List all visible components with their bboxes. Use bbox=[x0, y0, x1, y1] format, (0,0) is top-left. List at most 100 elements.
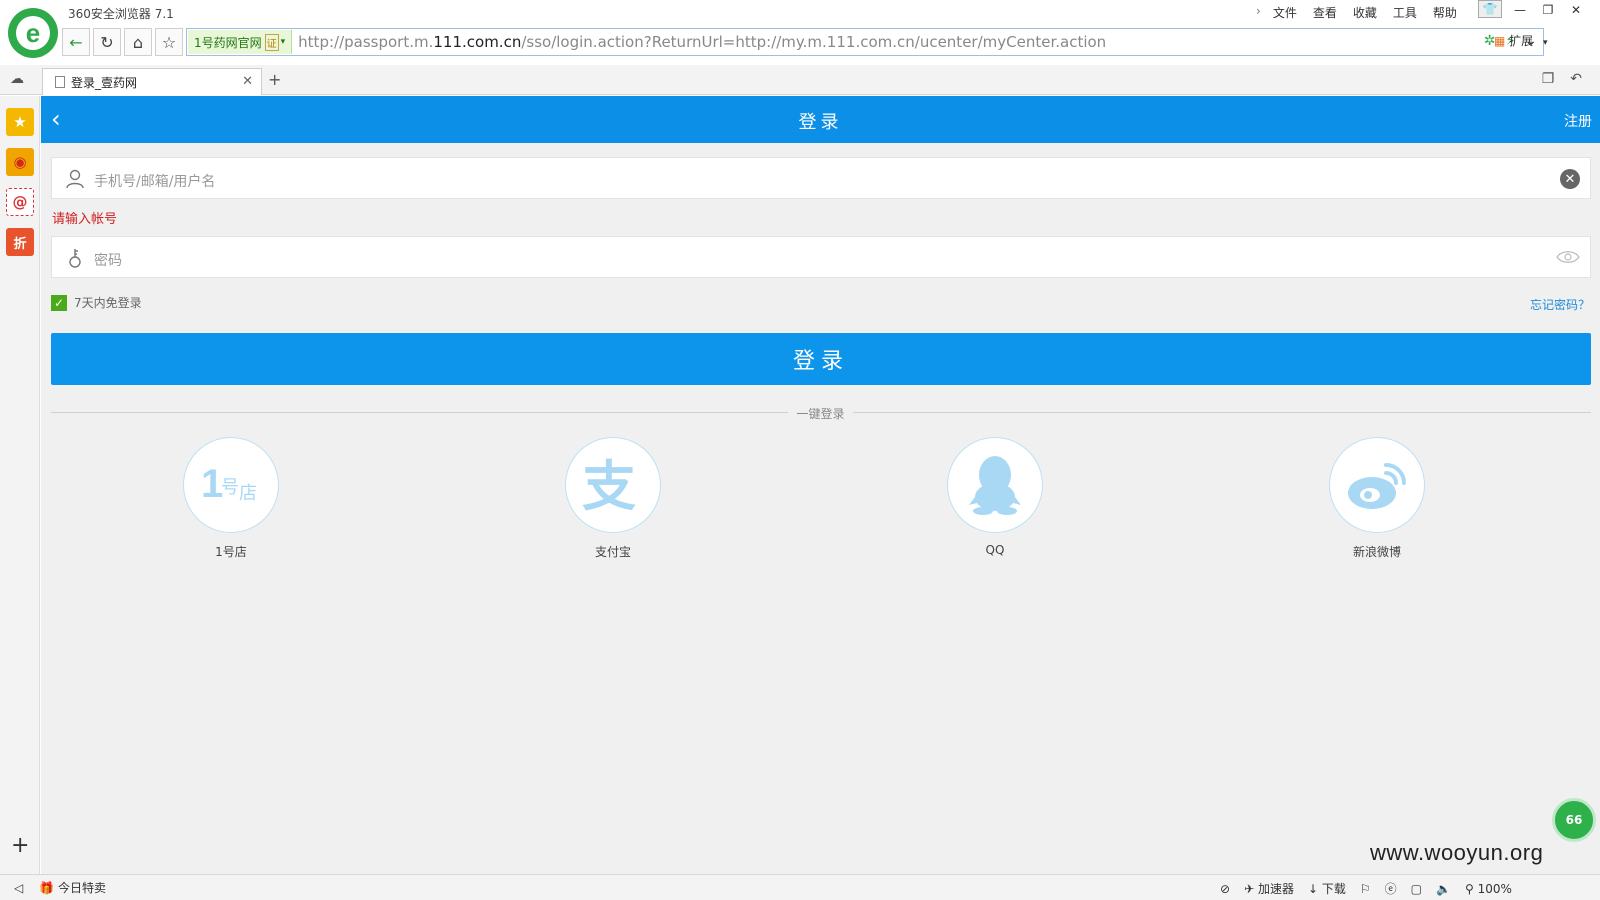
url-suffix: /sso/login.action?ReturnUrl=http://my.m.… bbox=[521, 33, 1107, 51]
remember-label: 7天内免登录 bbox=[74, 296, 142, 310]
badge-dropdown-icon: ▾ bbox=[280, 37, 286, 47]
skin-icon[interactable]: 👕 bbox=[1478, 0, 1502, 18]
page-header: ‹ 登录 注册 bbox=[41, 96, 1600, 143]
title-bar: 360安全浏览器 7.1 › 文件 查看 收藏 工具 帮助 👕 — ❐ ✕ bbox=[0, 0, 1600, 24]
ie-mode-icon[interactable]: ⓔ bbox=[1385, 880, 1397, 897]
weibo-sidebar-icon[interactable]: ◉ bbox=[6, 148, 34, 176]
new-tab-button[interactable]: + bbox=[268, 70, 281, 89]
username-error: 请输入帐号 bbox=[52, 212, 118, 227]
accelerator-button[interactable]: ✈ 加速器 bbox=[1244, 880, 1294, 897]
page-content: ‹ 登录 注册 手机号/邮箱/用户名 ✕ 请输入帐号 密码 ✓ 7天内免登录 忘… bbox=[41, 96, 1600, 874]
ext-dropdown-icon: ▾ bbox=[1543, 38, 1548, 48]
menu-tools[interactable]: 工具 bbox=[1385, 4, 1425, 21]
close-window-button[interactable]: ✕ bbox=[1562, 0, 1590, 20]
undo-close-icon[interactable]: ↶ bbox=[1570, 71, 1582, 87]
site-badge-label: 1号药网官网 bbox=[194, 35, 262, 50]
svg-text:1: 1 bbox=[201, 462, 223, 506]
weibo-icon bbox=[1348, 463, 1406, 509]
social-label: QQ bbox=[985, 543, 1005, 557]
tab-title: 登录_壹药网 bbox=[71, 75, 138, 90]
accelerator-label: 加速器 bbox=[1257, 882, 1294, 896]
download-button[interactable]: ↓ 下载 bbox=[1308, 880, 1346, 897]
menu-view[interactable]: 查看 bbox=[1305, 4, 1345, 21]
menu-favorites[interactable]: 收藏 bbox=[1345, 4, 1385, 21]
status-left: ◁ 🎁 今日特卖 bbox=[14, 879, 106, 896]
zoom-control[interactable]: ⚲ 100% bbox=[1465, 882, 1512, 896]
password-placeholder: 密码 bbox=[94, 253, 122, 269]
login-button[interactable]: 登录 bbox=[51, 333, 1591, 385]
address-bar[interactable]: 1号药网官网 证 ▾ http://passport.m.111.com.cn/… bbox=[186, 28, 1544, 56]
one-click-login-label: 一键登录 bbox=[788, 407, 853, 421]
today-sale-button[interactable]: 🎁 今日特卖 bbox=[39, 879, 106, 896]
remember-me[interactable]: ✓ 7天内免登录 bbox=[51, 294, 142, 311]
yhd-button[interactable]: 1 号 店 bbox=[183, 437, 279, 533]
weibo-button[interactable] bbox=[1329, 437, 1425, 533]
username-placeholder: 手机号/邮箱/用户名 bbox=[94, 174, 216, 190]
alipay-button[interactable]: 支 bbox=[565, 437, 661, 533]
site-badge[interactable]: 1号药网官网 证 ▾ bbox=[188, 30, 293, 54]
tab-login[interactable]: 登录_壹药网 ✕ bbox=[42, 68, 262, 95]
qq-button[interactable] bbox=[947, 437, 1043, 533]
status-right: ⊘ ✈ 加速器 ↓ 下载 ⚐ ⓔ ▢ 🔈 ⚲ 100% bbox=[1220, 880, 1512, 897]
menu-chevron-icon[interactable]: › bbox=[1252, 4, 1265, 21]
watermark: www.wooyun.org bbox=[1370, 840, 1544, 865]
url-prefix: http://passport.m. bbox=[298, 33, 434, 51]
username-field[interactable]: 手机号/邮箱/用户名 ✕ bbox=[51, 157, 1591, 199]
address-row: ← ↻ ⌂ ☆ 1号药网官网 证 ▾ http://passport.m.111… bbox=[62, 28, 1600, 58]
refresh-icon: ↻ bbox=[100, 32, 114, 52]
favorites-star-icon[interactable]: ★ bbox=[6, 108, 34, 136]
rocket-icon: ✈ bbox=[1244, 882, 1255, 896]
url-text[interactable]: http://passport.m.111.com.cn/sso/login.a… bbox=[298, 33, 1106, 51]
security-icon[interactable]: ⊘ bbox=[1220, 882, 1230, 896]
social-label: 1号店 bbox=[215, 545, 247, 559]
cloud-icon[interactable]: ☁ bbox=[10, 71, 24, 87]
menu-help[interactable]: 帮助 bbox=[1425, 4, 1465, 21]
remember-checkbox[interactable]: ✓ bbox=[51, 294, 67, 311]
eye-icon[interactable] bbox=[1556, 250, 1580, 264]
menu-bar: › 文件 查看 收藏 工具 帮助 bbox=[1252, 4, 1465, 21]
password-field[interactable]: 密码 bbox=[51, 236, 1591, 278]
add-sidebar-button[interactable]: + bbox=[11, 833, 29, 858]
divider: 一键登录 bbox=[41, 405, 1600, 422]
window-controls: 👕 — ❐ ✕ bbox=[1478, 0, 1590, 20]
back-arrow-icon: ← bbox=[69, 32, 83, 52]
window-icon[interactable]: ▢ bbox=[1411, 882, 1422, 896]
browser-logo[interactable]: e bbox=[8, 8, 58, 58]
bookmark-button[interactable]: ☆ bbox=[155, 28, 183, 56]
minimize-button[interactable]: — bbox=[1506, 0, 1534, 20]
svg-text:店: 店 bbox=[239, 483, 257, 504]
download-icon: ↓ bbox=[1307, 882, 1319, 896]
page-title: 登录 bbox=[798, 112, 843, 133]
collapse-sidebar-icon[interactable]: ◁ bbox=[14, 881, 23, 895]
svg-text:号: 号 bbox=[221, 477, 239, 498]
flag-icon[interactable]: ⚐ bbox=[1360, 882, 1371, 896]
menu-file[interactable]: 文件 bbox=[1265, 4, 1305, 21]
tab-list-icon[interactable]: ❐ bbox=[1542, 71, 1555, 87]
mail-icon[interactable]: @ bbox=[6, 188, 34, 216]
social-login-weibo[interactable]: 新浪微博 bbox=[1329, 437, 1425, 560]
cert-icon: 证 bbox=[264, 33, 279, 51]
maximize-button[interactable]: ❐ bbox=[1534, 0, 1562, 20]
forgot-password-link[interactable]: 忘记密码？ bbox=[1530, 296, 1590, 313]
discount-icon[interactable]: 折 bbox=[6, 228, 34, 256]
zoom-icon: ⚲ bbox=[1464, 881, 1474, 896]
key-icon bbox=[69, 249, 81, 268]
social-login-yhd[interactable]: 1 号 店 1号店 bbox=[183, 437, 279, 560]
sidebar: ★ ◉ @ 折 + bbox=[0, 96, 40, 874]
extensions-button[interactable]: ▦ 扩展 ▾ bbox=[1494, 32, 1548, 49]
clear-input-icon[interactable]: ✕ bbox=[1560, 169, 1580, 189]
status-bar: ◁ 🎁 今日特卖 ⊘ ✈ 加速器 ↓ 下载 ⚐ ⓔ ▢ 🔈 ⚲ 100% bbox=[0, 874, 1600, 900]
back-button[interactable]: ← bbox=[62, 28, 90, 56]
social-login-qq[interactable]: QQ bbox=[947, 437, 1043, 557]
social-login-alipay[interactable]: 支 支付宝 bbox=[565, 437, 661, 560]
close-tab-icon[interactable]: ✕ bbox=[242, 74, 253, 89]
register-link[interactable]: 注册 bbox=[1564, 111, 1592, 131]
home-button[interactable]: ⌂ bbox=[124, 28, 152, 56]
today-sale-label: 今日特卖 bbox=[58, 881, 107, 895]
url-domain: 111.com.cn bbox=[433, 33, 522, 51]
gift-icon: 🎁 bbox=[39, 881, 55, 895]
floating-ball[interactable]: 66 bbox=[1552, 798, 1596, 842]
sound-icon[interactable]: 🔈 bbox=[1436, 882, 1451, 896]
refresh-button[interactable]: ↻ bbox=[93, 28, 121, 56]
zoom-level: 100% bbox=[1477, 881, 1512, 896]
